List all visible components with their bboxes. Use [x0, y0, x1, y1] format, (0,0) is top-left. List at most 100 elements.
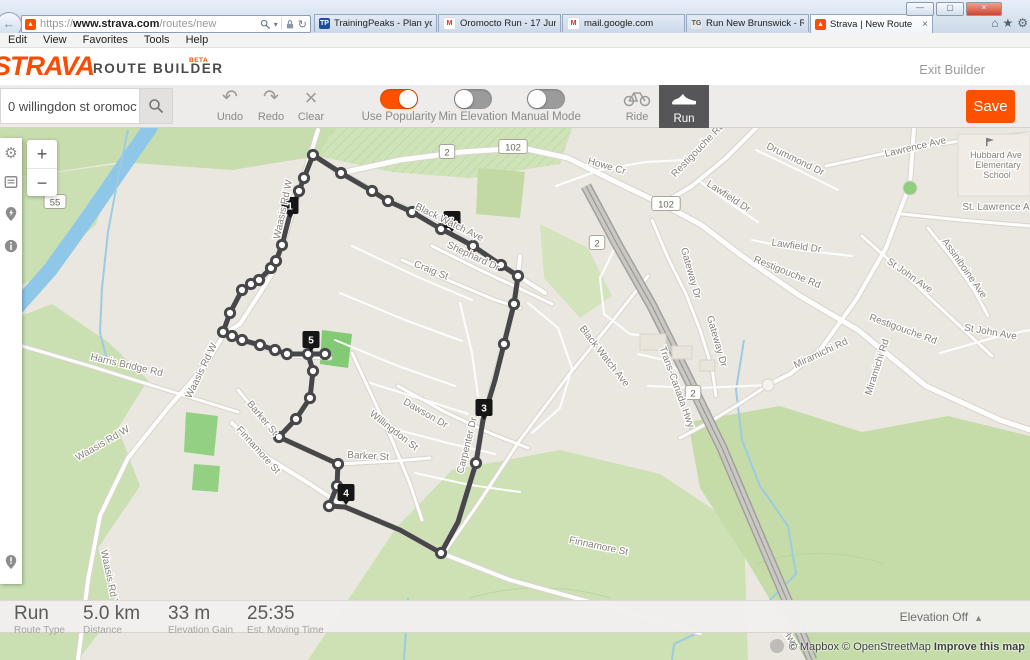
route-waypoint[interactable] [320, 349, 329, 358]
route-waypoint[interactable] [225, 308, 234, 317]
clear-icon: × [291, 89, 331, 109]
route-waypoint[interactable] [305, 393, 314, 402]
lock-icon [285, 19, 295, 30]
route-waypoint[interactable] [237, 335, 246, 344]
clear-button[interactable]: × Clear [291, 89, 331, 123]
elevation-toggle[interactable]: Elevation Off▲ [900, 610, 983, 624]
roundabout [762, 379, 774, 391]
stat-distance: 5.0 kmDistance [83, 603, 140, 636]
toggle-switch[interactable] [454, 89, 492, 109]
bike-icon [615, 89, 659, 109]
toggle-min-elevation[interactable]: Min Elevation [436, 89, 510, 123]
svg-text:2: 2 [444, 148, 449, 159]
stat-value: 5.0 km [83, 603, 140, 625]
poi-marker-icon[interactable] [4, 206, 18, 226]
route-waypoint[interactable] [509, 299, 518, 308]
undo-icon: ↶ [210, 89, 250, 109]
toggle-switch[interactable] [380, 89, 418, 109]
search-button[interactable] [139, 88, 173, 124]
roundabout [903, 181, 917, 195]
route-waypoint[interactable] [436, 548, 445, 557]
tab-close-icon[interactable]: × [922, 19, 928, 30]
menu-favorites[interactable]: Favorites [83, 34, 128, 46]
menu-tools[interactable]: Tools [144, 34, 170, 46]
home-icon[interactable]: ⌂ [991, 16, 998, 30]
improve-map-link[interactable]: Improve this map [934, 641, 1025, 653]
route-waypoint[interactable] [237, 285, 246, 294]
street-label: Hubbard Ave [970, 150, 1022, 160]
redo-button[interactable]: ↷ Redo [251, 89, 291, 123]
route-waypoint[interactable] [255, 340, 264, 349]
zoom-out-button[interactable]: − [27, 169, 57, 197]
info-icon[interactable] [4, 239, 18, 257]
map-settings-gear-icon[interactable]: ⚙ [4, 146, 17, 162]
route-waypoint[interactable] [383, 196, 392, 205]
route-waypoint[interactable] [324, 501, 333, 510]
close-button[interactable]: × [966, 2, 1002, 16]
stat-est-moving-time: 25:35Est. Moving Time [247, 603, 324, 636]
tab-0[interactable]: TPTrainingPeaks - Plan your trai... [314, 14, 437, 32]
tab-1[interactable]: MOromocto Run - 17 June 18 - 1... [438, 14, 561, 32]
map-layers-icon[interactable] [4, 175, 18, 193]
route-waypoint[interactable] [277, 240, 286, 249]
refresh-icon[interactable]: ↻ [298, 18, 307, 31]
exit-builder-link[interactable]: Exit Builder [919, 62, 985, 77]
route-waypoint[interactable] [513, 271, 522, 280]
route-waypoint[interactable] [471, 458, 480, 467]
tab-2[interactable]: Mmail.google.com [562, 14, 685, 32]
report-problem-icon[interactable] [4, 554, 18, 574]
zoom-control: + − [27, 140, 57, 196]
search-icon[interactable] [260, 19, 271, 30]
address-bar[interactable]: ▲ https://www.strava.com/routes/new ▾ ↻ [21, 15, 311, 33]
street-label: Elementary [975, 160, 1021, 170]
route-waypoint[interactable] [294, 186, 303, 195]
route-waypoint[interactable] [270, 345, 279, 354]
strava-logo[interactable]: STRAVA [0, 51, 94, 82]
route-waypoint[interactable] [367, 186, 376, 195]
route-waypoint[interactable] [308, 366, 317, 375]
strava-header: STRAVA ROUTE BUILDER BETA Exit Builder [0, 48, 1030, 85]
menu-help[interactable]: Help [186, 34, 209, 46]
strava-favicon: ▲ [25, 19, 36, 30]
menu-bar: Edit View Favorites Tools Help [0, 33, 1030, 48]
route-waypoint[interactable] [254, 275, 263, 284]
toggle-switch[interactable] [527, 89, 565, 109]
maximize-button[interactable]: ▢ [936, 2, 964, 16]
toggle-use-popularity[interactable]: Use Popularity [358, 89, 440, 123]
menu-view[interactable]: View [43, 34, 67, 46]
route-waypoint[interactable] [271, 256, 280, 265]
tab-4[interactable]: ▲Strava | New Route× [810, 14, 933, 33]
route-waypoint[interactable] [333, 459, 342, 468]
toggle-manual-mode[interactable]: Manual Mode [509, 89, 583, 123]
search-caret-icon[interactable]: ▾ [274, 20, 278, 29]
minimize-button[interactable]: — [906, 2, 934, 16]
route-waypoint[interactable] [336, 168, 345, 177]
url-text: https://www.strava.com/routes/new [40, 18, 260, 30]
stat-elevation-gain: 33 mElevation Gain [168, 603, 233, 636]
save-button[interactable]: Save [966, 90, 1015, 123]
street-label: St. Lawrence A [962, 202, 1030, 213]
settings-gear-icon[interactable]: ⚙ [1017, 16, 1028, 30]
tab-3[interactable]: TGRun New Brunswick - Road Ra... [686, 14, 809, 32]
favorites-star-icon[interactable]: ★ [1002, 16, 1013, 30]
browser-window: ← ▲ https://www.strava.com/routes/new ▾ … [0, 0, 1030, 660]
stat-label: Distance [83, 625, 140, 636]
menu-edit[interactable]: Edit [8, 34, 27, 46]
route-waypoint[interactable] [308, 150, 317, 159]
chevron-up-icon: ▲ [974, 613, 983, 623]
route-waypoint[interactable] [291, 414, 300, 423]
route-waypoint[interactable] [499, 339, 508, 348]
route-waypoint[interactable] [282, 349, 291, 358]
map-canvas[interactable]: 1234521021022255Waasis Rd WWaasis Rd WWa… [0, 128, 1030, 660]
svg-text:2: 2 [690, 389, 695, 400]
map[interactable]: 1234521021022255Waasis Rd WWaasis Rd WWa… [0, 128, 1030, 660]
zoom-in-button[interactable]: + [27, 140, 57, 169]
magnifier-icon [148, 98, 164, 114]
ride-button[interactable]: Ride [615, 89, 659, 123]
run-button[interactable]: Run [659, 85, 709, 128]
green-area [192, 464, 220, 492]
undo-button[interactable]: ↶ Undo [210, 89, 250, 123]
route-waypoint[interactable] [299, 173, 308, 182]
search-input[interactable] [0, 88, 140, 124]
route-waypoint[interactable] [218, 327, 227, 336]
